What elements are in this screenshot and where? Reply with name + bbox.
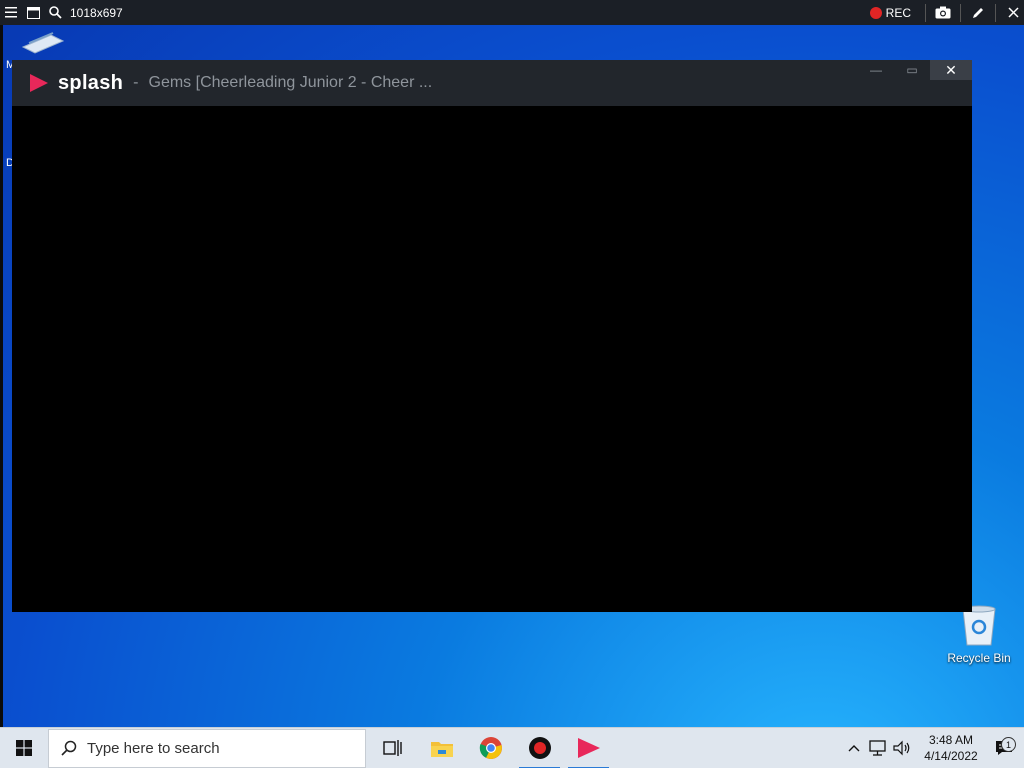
close-button[interactable]: ✕	[930, 60, 972, 80]
resolution-readout: 1018x697	[70, 5, 123, 20]
network-icon[interactable]	[866, 740, 890, 756]
splash-button[interactable]	[564, 728, 613, 768]
app-name: splash	[58, 71, 124, 94]
camera-icon[interactable]	[932, 0, 954, 25]
task-view-button[interactable]	[368, 728, 417, 768]
chrome-icon	[479, 737, 502, 759]
window-titlebar[interactable]: splash - Gems [Cheerleading Junior 2 - C…	[12, 60, 972, 106]
recorder-button[interactable]	[515, 728, 564, 768]
start-button[interactable]	[0, 728, 48, 768]
close-icon[interactable]	[1002, 0, 1024, 25]
rec-label: REC	[885, 5, 911, 20]
window-icon[interactable]	[22, 0, 44, 25]
chrome-button[interactable]	[466, 728, 515, 768]
chevron-up-icon[interactable]	[842, 744, 866, 752]
file-explorer-icon	[430, 742, 453, 757]
splash-logo: splash	[28, 72, 123, 95]
divider	[995, 3, 996, 22]
rec-button[interactable]: REC	[869, 5, 911, 20]
file-explorer-button[interactable]	[417, 728, 466, 768]
window-controls: — ▭ ✕	[858, 60, 972, 80]
title-separator: -	[133, 74, 139, 91]
this-pc-icon[interactable]	[21, 29, 65, 60]
record-dot-icon	[869, 6, 882, 19]
recorder-toolbar: 1018x697 REC	[0, 0, 1024, 25]
splash-play-icon	[30, 74, 48, 92]
maximize-button[interactable]: ▭	[894, 60, 930, 80]
divider	[925, 3, 926, 22]
menu-icon[interactable]	[0, 0, 22, 25]
video-area[interactable]	[12, 106, 972, 612]
search-icon[interactable]	[44, 0, 66, 25]
recycle-bin[interactable]: Recycle Bin	[943, 603, 1015, 665]
task-view-icon	[382, 740, 402, 756]
pen-icon[interactable]	[967, 0, 989, 25]
divider	[960, 3, 961, 22]
system-tray: 3:48 AM 4/14/2022 1	[842, 728, 1024, 768]
window-title: Gems [Cheerleading Junior 2 - Cheer ...	[148, 74, 433, 91]
notification-count-badge: 1	[1001, 737, 1016, 752]
search-placeholder: Type here to search	[87, 739, 220, 757]
taskbar: Type here to search 3:48 AM 4/14/2022 1	[0, 727, 1024, 768]
search-icon	[61, 740, 77, 756]
volume-icon[interactable]	[890, 740, 914, 756]
recorder-icon	[528, 737, 551, 759]
minimize-button[interactable]: —	[858, 60, 894, 80]
clock[interactable]: 3:48 AM 4/14/2022	[918, 732, 984, 764]
taskbar-search-box[interactable]: Type here to search	[48, 728, 366, 768]
windows-icon	[16, 740, 32, 756]
clock-date: 4/14/2022	[924, 749, 978, 763]
splash-window: splash - Gems [Cheerleading Junior 2 - C…	[12, 60, 972, 612]
clock-time: 3:48 AM	[928, 733, 974, 747]
action-center-button[interactable]: 1	[984, 737, 1024, 756]
splash-icon	[577, 738, 600, 758]
recycle-bin-label: Recycle Bin	[947, 651, 1011, 665]
